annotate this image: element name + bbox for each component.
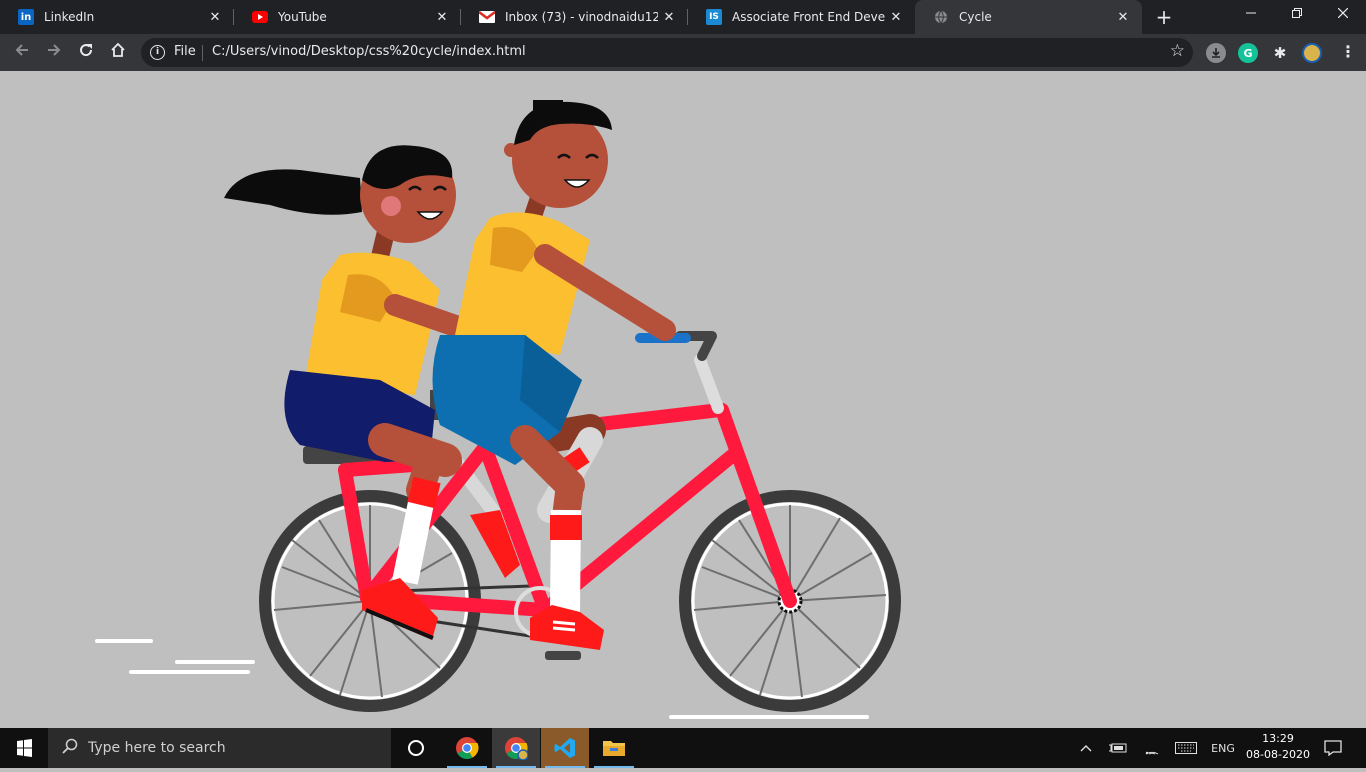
start-button[interactable] (0, 728, 48, 768)
keyboard-icon[interactable] (1172, 728, 1200, 768)
pedal (545, 651, 581, 660)
tab-associate-job[interactable]: IS Associate Front End Developer ✕ (688, 0, 915, 34)
scheme-label: File (174, 44, 196, 59)
address-bar[interactable]: i File C:/Users/vinod/Desktop/css%20cycl… (141, 38, 1193, 67)
minimize-button[interactable] (1228, 0, 1274, 30)
wifi-icon[interactable] (1140, 728, 1164, 768)
taskbar-search-box[interactable]: Type here to search (48, 728, 391, 768)
browser-tab-strip: in LinkedIn ✕ YouTube ✕ Inbox (73) - vin… (0, 0, 1366, 34)
windows-taskbar: Type here to search ENG 13:29 08-08-2020 (0, 728, 1366, 768)
search-placeholder: Type here to search (88, 740, 226, 756)
tab-gmail[interactable]: Inbox (73) - vinodnaidu124@g ✕ (461, 0, 688, 34)
cortana-icon[interactable] (392, 728, 440, 768)
tab-title: Inbox (73) - vinodnaidu124@g (505, 10, 658, 24)
search-icon (62, 738, 78, 758)
notifications-icon[interactable] (1318, 728, 1348, 768)
tab-linkedin[interactable]: in LinkedIn ✕ (0, 0, 234, 34)
close-icon (1337, 7, 1349, 19)
show-hidden-icons-chevron-icon[interactable] (1076, 728, 1096, 768)
battery-icon[interactable] (1106, 728, 1130, 768)
taskbar-clock[interactable]: 13:29 08-08-2020 (1242, 731, 1314, 763)
cycle-illustration (95, 100, 901, 719)
new-tab-button[interactable]: + (1152, 5, 1176, 29)
tab-youtube[interactable]: YouTube ✕ (234, 0, 461, 34)
globe-icon (933, 9, 949, 25)
tab-title: Associate Front End Developer (732, 10, 885, 24)
arrow-right-icon (48, 44, 61, 56)
restore-icon (1292, 8, 1302, 18)
puzzle-icon[interactable]: ✱ (1270, 43, 1290, 63)
bookmark-star-icon[interactable]: ☆ (1170, 41, 1185, 61)
linkedin-icon: in (18, 9, 34, 25)
tab-title: LinkedIn (44, 10, 95, 24)
grammarly-icon[interactable]: G (1238, 43, 1258, 63)
tab-close-icon[interactable]: ✕ (431, 10, 453, 25)
home-icon (111, 42, 125, 57)
close-window-button[interactable] (1320, 0, 1366, 30)
clock-time: 13:29 (1262, 732, 1294, 745)
profile-avatar-icon[interactable] (1302, 43, 1322, 63)
url-text[interactable]: C:/Users/vinod/Desktop/css%20cycle/index… (212, 44, 526, 59)
page-viewport (0, 71, 1366, 728)
site-info-icon[interactable]: i (150, 45, 165, 60)
chrome-icon[interactable] (443, 728, 491, 768)
restore-button[interactable] (1274, 0, 1320, 30)
tab-title: Cycle (959, 10, 992, 24)
arrow-left-icon (15, 44, 28, 56)
address-divider (202, 45, 203, 61)
file-explorer-icon[interactable] (590, 728, 638, 768)
back-button[interactable] (9, 40, 35, 66)
download-icon[interactable] (1206, 43, 1226, 63)
windows-logo-icon (17, 739, 32, 757)
chrome-profile-icon[interactable] (492, 728, 540, 768)
minimize-icon (1246, 12, 1256, 14)
reload-button[interactable] (73, 40, 99, 66)
tab-close-icon[interactable]: ✕ (885, 10, 907, 25)
youtube-icon (252, 9, 268, 25)
vscode-icon[interactable] (541, 728, 589, 768)
menu-kebab-icon[interactable]: ⋮ (1340, 42, 1356, 61)
tab-title: YouTube (278, 10, 327, 24)
reload-icon (80, 44, 93, 57)
tab-close-icon[interactable]: ✕ (658, 10, 680, 25)
forward-button[interactable] (41, 40, 67, 66)
clock-date: 08-08-2020 (1246, 748, 1310, 761)
tab-close-icon[interactable]: ✕ (1112, 10, 1134, 25)
indeed-icon: IS (706, 9, 722, 25)
handlebar-stem (694, 354, 724, 414)
speed-lines (95, 639, 869, 719)
tab-close-icon[interactable]: ✕ (204, 10, 226, 25)
browser-toolbar: i File C:/Users/vinod/Desktop/css%20cycl… (0, 34, 1366, 71)
language-indicator[interactable]: ENG (1206, 728, 1240, 768)
gmail-icon (479, 9, 495, 25)
home-button[interactable] (105, 40, 131, 66)
tab-cycle[interactable]: Cycle ✕ (915, 0, 1142, 34)
